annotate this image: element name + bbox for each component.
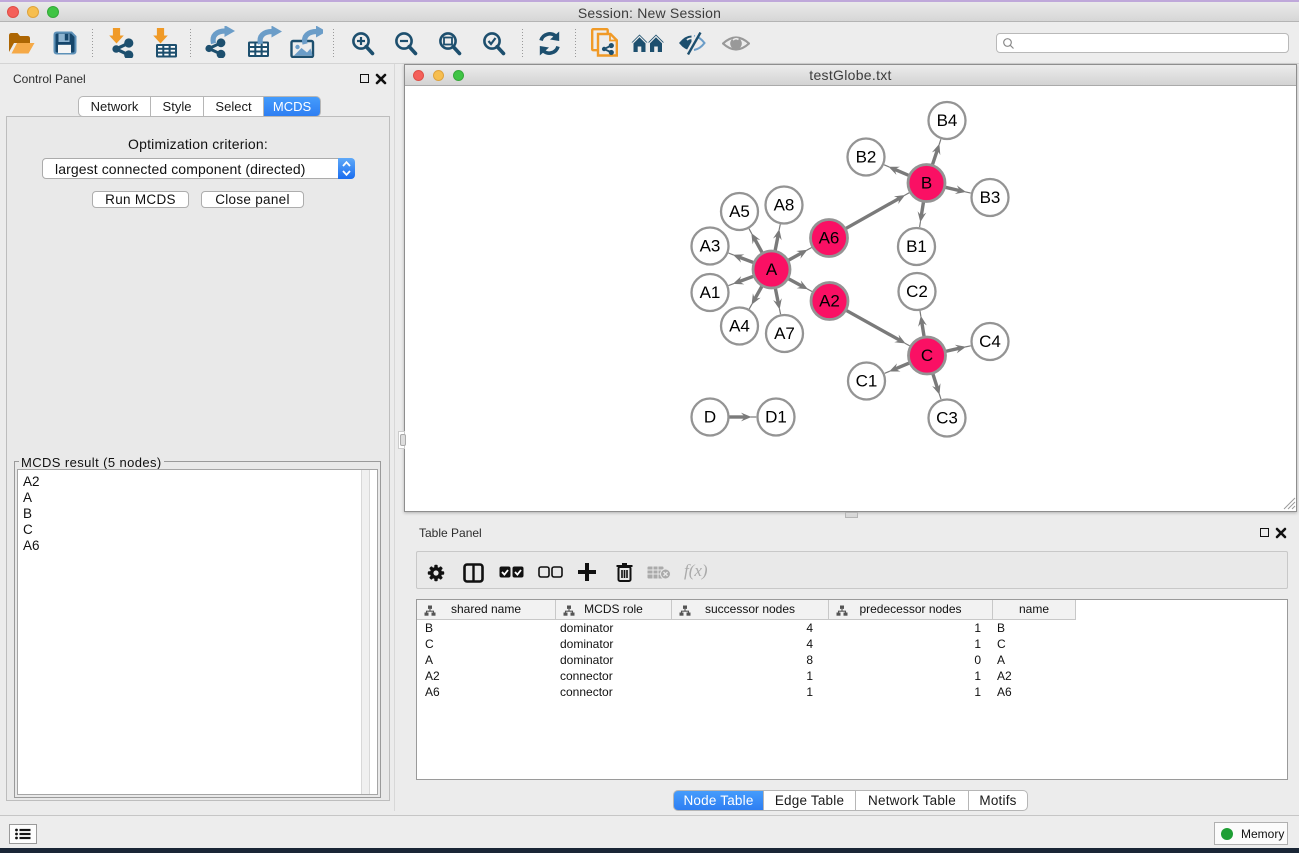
svg-text:A7: A7 [774, 324, 795, 343]
svg-text:A6: A6 [819, 229, 840, 248]
svg-text:B2: B2 [856, 148, 877, 167]
svg-text:B4: B4 [937, 111, 958, 130]
svg-text:C2: C2 [906, 282, 928, 301]
svg-text:C1: C1 [856, 372, 878, 391]
svg-text:A: A [766, 260, 778, 279]
svg-text:C: C [921, 346, 933, 365]
svg-text:A3: A3 [700, 237, 721, 256]
svg-text:D: D [704, 408, 716, 427]
svg-text:A1: A1 [700, 283, 721, 302]
svg-text:A4: A4 [729, 317, 750, 336]
svg-text:A5: A5 [729, 202, 750, 221]
svg-text:A2: A2 [819, 292, 840, 311]
svg-text:A8: A8 [774, 196, 795, 215]
svg-text:B: B [921, 174, 932, 193]
svg-text:D1: D1 [765, 408, 787, 427]
svg-text:C4: C4 [979, 332, 1001, 351]
svg-text:B3: B3 [980, 188, 1001, 207]
svg-text:B1: B1 [906, 237, 927, 256]
svg-text:C3: C3 [936, 409, 958, 428]
